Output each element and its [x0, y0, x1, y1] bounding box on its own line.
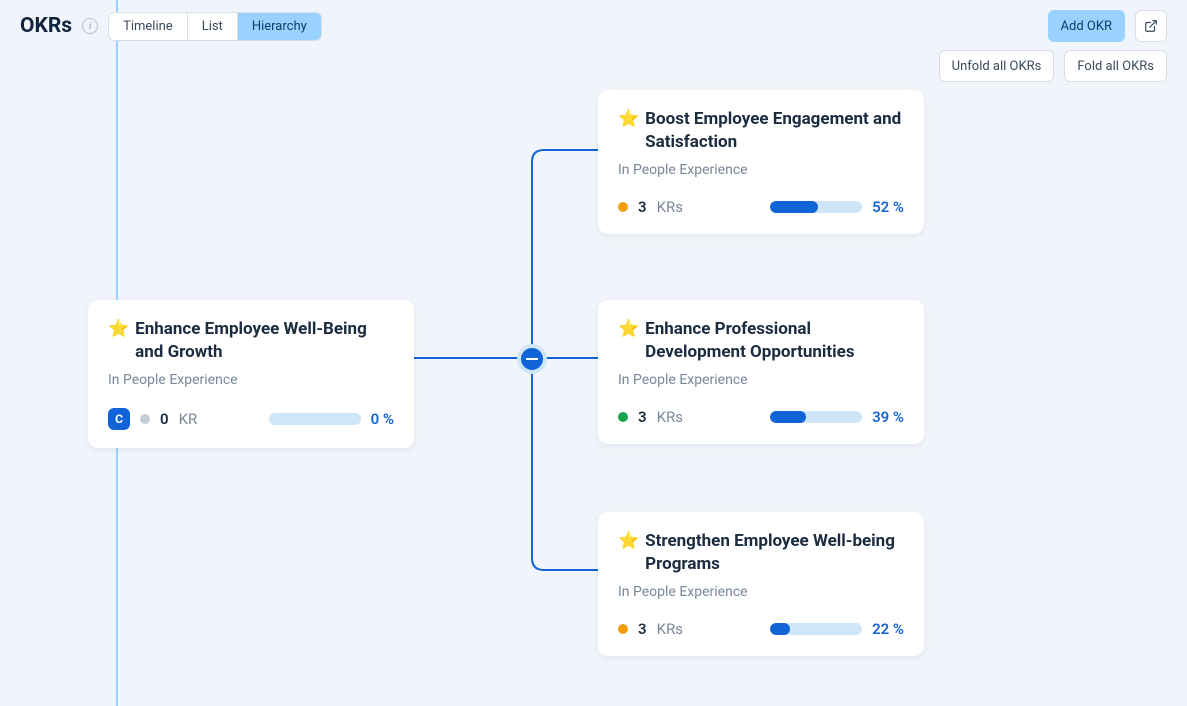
okr-title: ⭐ Strengthen Employee Well-being Program…	[618, 530, 904, 576]
info-icon[interactable]: i	[82, 18, 98, 34]
page-title: OKRs	[20, 14, 72, 38]
progress-bar	[269, 413, 361, 425]
progress-percent: 39 %	[872, 408, 904, 426]
status-dot	[140, 414, 150, 424]
star-icon: ⭐	[618, 530, 639, 576]
star-icon: ⭐	[618, 108, 639, 154]
fold-action-row: Unfold all OKRs Fold all OKRs	[939, 50, 1167, 82]
hierarchy-canvas[interactable]: ⭐ Enhance Employee Well-Being and Growth…	[0, 0, 1187, 706]
okr-title: ⭐ Enhance Professional Development Oppor…	[618, 318, 904, 364]
progress-bar	[770, 623, 862, 635]
collapse-toggle-button[interactable]	[517, 344, 547, 374]
tab-list[interactable]: List	[188, 13, 238, 40]
minus-icon	[526, 358, 538, 360]
progress-percent: 52 %	[872, 198, 904, 216]
kr-label: KRs	[657, 198, 683, 216]
kr-count: 3	[638, 620, 647, 638]
kr-label: KR	[179, 410, 198, 428]
okr-title-text: Boost Employee Engagement and Satisfacti…	[645, 108, 904, 154]
add-okr-button[interactable]: Add OKR	[1048, 10, 1125, 42]
fold-all-button[interactable]: Fold all OKRs	[1064, 50, 1167, 82]
okr-card-child[interactable]: ⭐ Boost Employee Engagement and Satisfac…	[598, 90, 924, 234]
kr-count: 3	[638, 198, 647, 216]
okr-title-text: Enhance Professional Development Opportu…	[645, 318, 904, 364]
top-bar: OKRs i Timeline List Hierarchy Add OKR	[0, 0, 1187, 52]
kr-count: 3	[638, 408, 647, 426]
okr-team: In People Experience	[618, 584, 904, 600]
okr-card-child[interactable]: ⭐ Enhance Professional Development Oppor…	[598, 300, 924, 444]
external-link-icon	[1144, 19, 1158, 33]
kr-label: KRs	[657, 620, 683, 638]
okr-team: In People Experience	[618, 162, 904, 178]
view-tabs: Timeline List Hierarchy	[108, 12, 322, 41]
progress-percent: 22 %	[872, 620, 904, 638]
star-icon: ⭐	[108, 318, 129, 364]
okr-card-root[interactable]: ⭐ Enhance Employee Well-Being and Growth…	[88, 300, 414, 448]
progress-percent: 0 %	[371, 410, 394, 428]
tab-hierarchy[interactable]: Hierarchy	[238, 13, 321, 40]
tab-timeline[interactable]: Timeline	[109, 13, 188, 40]
external-link-button[interactable]	[1135, 10, 1167, 42]
okr-title-text: Enhance Employee Well-Being and Growth	[135, 318, 394, 364]
kr-label: KRs	[657, 408, 683, 426]
status-dot	[618, 202, 628, 212]
okr-team: In People Experience	[618, 372, 904, 388]
kr-count: 0	[160, 410, 169, 428]
progress-bar	[770, 411, 862, 423]
status-dot	[618, 412, 628, 422]
status-dot	[618, 624, 628, 634]
okr-title: ⭐ Enhance Employee Well-Being and Growth	[108, 318, 394, 364]
owner-avatar-badge: C	[108, 408, 130, 430]
star-icon: ⭐	[618, 318, 639, 364]
okr-card-child[interactable]: ⭐ Strengthen Employee Well-being Program…	[598, 512, 924, 656]
okr-title: ⭐ Boost Employee Engagement and Satisfac…	[618, 108, 904, 154]
okr-title-text: Strengthen Employee Well-being Programs	[645, 530, 904, 576]
unfold-all-button[interactable]: Unfold all OKRs	[939, 50, 1055, 82]
progress-bar	[770, 201, 862, 213]
okr-team: In People Experience	[108, 372, 394, 388]
